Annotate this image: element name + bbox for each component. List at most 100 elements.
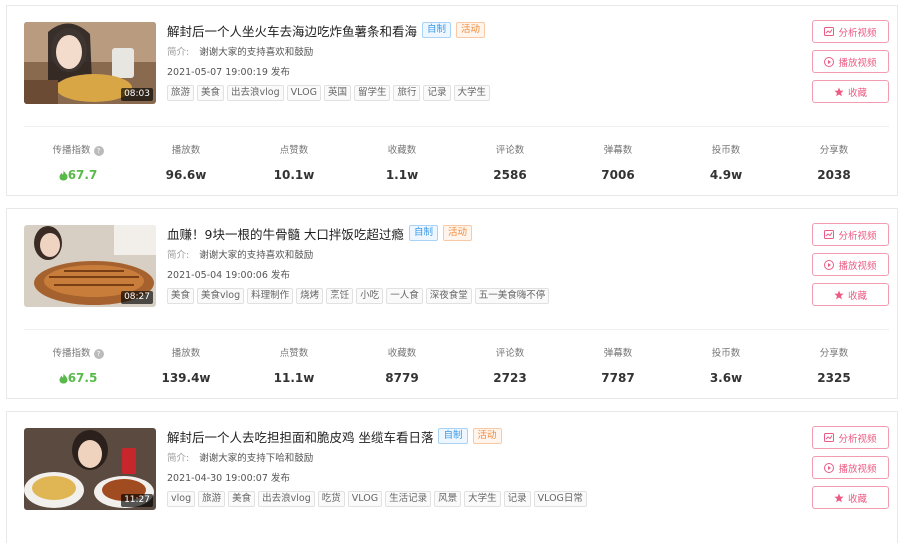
video-tag[interactable]: 旅游 (198, 491, 226, 507)
video-tag[interactable]: VLOG (286, 85, 321, 101)
analyze-video-label: 分析视频 (838, 230, 877, 242)
favorite-label: 收藏 (847, 493, 867, 505)
video-title[interactable]: 解封后一个人坐火车去海边吃炸鱼薯条和看海 (167, 21, 417, 40)
video-tag[interactable]: 美食 (167, 288, 195, 304)
video-card: 11:27 解封后一个人去吃担担面和脆皮鸡 坐缆车看日落 自制 活动 简介: 谢谢… (6, 411, 898, 543)
video-tag[interactable]: 英国 (323, 85, 351, 101)
video-tag[interactable]: VLOG (347, 491, 383, 507)
stat-label: 传播指数 (52, 348, 91, 359)
stat-value: 67.5 (67, 371, 98, 385)
stat-plays: 播放数 139.4w (132, 347, 240, 386)
play-video-button[interactable]: 播放视频 (812, 456, 889, 479)
stats-row: 传播指数? 67.7 播放数 96.6w 点赞数 10.1w 收藏数 1.1w 评论数… (24, 144, 889, 183)
play-video-button[interactable]: 播放视频 (812, 50, 889, 73)
video-tag[interactable]: 五一美食嗨不停 (474, 288, 550, 304)
stat-favorites: 收藏数 1.1w (348, 144, 456, 183)
favorite-button[interactable]: 收藏 (812, 486, 889, 509)
stat-label: 评论数 (495, 145, 525, 156)
video-tag[interactable]: 烧烤 (296, 288, 324, 304)
video-tag[interactable]: 美食vlog (197, 288, 245, 304)
stat-value: 10.1w (273, 168, 315, 182)
analyze-video-button[interactable]: 分析视频 (812, 426, 889, 449)
video-thumbnail[interactable]: 08:27 (24, 225, 156, 307)
publish-date: 2021-05-07 19:00:19 发布 (167, 67, 290, 78)
video-thumbnail[interactable]: 08:03 (24, 22, 156, 104)
tag-list: 美食 美食vlog 料理制作 烧烤 烹饪 小吃 一人食 深夜食堂 五一美食嗨不停 (167, 288, 727, 304)
video-tag[interactable]: 旅游 (167, 85, 195, 101)
stat-label: 播放数 (171, 348, 201, 359)
video-tag[interactable]: 吃货 (317, 491, 345, 507)
event-badge: 活动 (472, 428, 502, 444)
divider (24, 329, 889, 330)
video-tag[interactable]: 留学生 (353, 85, 391, 101)
video-tag[interactable]: 料理制作 (247, 288, 294, 304)
video-tag[interactable]: vlog (167, 491, 196, 507)
tag-list: 旅游 美食 出去浪vlog VLOG 英国 留学生 旅行 记录 大学生 (167, 85, 727, 101)
flame-icon (59, 373, 68, 384)
video-intro: 简介: 谢谢大家的支持喜欢和鼓励 (167, 46, 727, 59)
intro-text: 谢谢大家的支持下哈和鼓励 (199, 453, 314, 464)
stat-shares: 分享数 2038 (780, 144, 888, 183)
video-card: 08:27 血赚！9块一根的牛骨髓 大口拌饭吃超过瘾 自制 活动 简介: 谢谢大家… (6, 208, 898, 399)
self-made-badge: 自制 (408, 225, 438, 241)
video-tag[interactable]: 生活记录 (385, 491, 432, 507)
video-tag[interactable]: 旅行 (393, 85, 421, 101)
play-video-button[interactable]: 播放视频 (812, 253, 889, 276)
stat-label: 投币数 (711, 145, 741, 156)
stat-value: 1.1w (385, 168, 419, 182)
video-tag[interactable]: 记录 (503, 491, 531, 507)
stat-label: 收藏数 (387, 348, 417, 359)
help-icon[interactable]: ? (93, 146, 104, 156)
video-intro: 简介: 谢谢大家的支持下哈和鼓励 (167, 452, 727, 465)
stat-shares: 分享数 2325 (780, 347, 888, 386)
chart-icon (824, 27, 835, 36)
divider (24, 126, 889, 127)
stat-label: 点赞数 (279, 348, 309, 359)
video-tag[interactable]: 烹饪 (326, 288, 354, 304)
video-tag[interactable]: 出去浪vlog (258, 491, 315, 507)
video-tag[interactable]: 深夜食堂 (425, 288, 472, 304)
favorite-label: 收藏 (847, 290, 867, 302)
stat-comments: 评论数 2723 (456, 347, 564, 386)
video-tag[interactable]: 美食 (228, 491, 256, 507)
favorite-button[interactable]: 收藏 (812, 283, 889, 306)
stat-label: 播放数 (171, 145, 201, 156)
video-tag[interactable]: 风景 (434, 491, 462, 507)
video-tag[interactable]: 大学生 (453, 85, 491, 101)
stat-label: 分享数 (819, 348, 849, 359)
video-card: 08:03 解封后一个人坐火车去海边吃炸鱼薯条和看海 自制 活动 简介: 谢谢大家… (6, 5, 898, 196)
self-made-badge: 自制 (422, 22, 452, 38)
video-title[interactable]: 血赚！9块一根的牛骨髓 大口拌饭吃超过瘾 (167, 224, 404, 243)
video-tag[interactable]: 大学生 (464, 491, 501, 507)
stat-label: 投币数 (711, 348, 741, 359)
video-intro: 简介: 谢谢大家的支持喜欢和鼓励 (167, 249, 727, 262)
stat-value: 2586 (493, 168, 527, 182)
stats-row: 传播指数? 67.5 播放数 139.4w 点赞数 11.1w 收藏数 8779 评论… (24, 347, 889, 386)
video-tag[interactable]: VLOG日常 (533, 491, 587, 507)
intro-label: 简介: (167, 250, 190, 261)
stat-coins: 投币数 3.6w (672, 347, 780, 386)
video-tag[interactable]: 一人食 (386, 288, 423, 304)
favorite-button[interactable]: 收藏 (812, 80, 889, 103)
stat-value: 7006 (601, 168, 635, 182)
analyze-video-button[interactable]: 分析视频 (812, 20, 889, 43)
stat-comments: 评论数 2586 (456, 144, 564, 183)
video-tag[interactable]: 记录 (423, 85, 451, 101)
stat-label: 评论数 (495, 348, 525, 359)
video-tag[interactable]: 出去浪vlog (227, 85, 284, 101)
play-icon (824, 462, 835, 473)
video-title[interactable]: 解封后一个人去吃担担面和脆皮鸡 坐缆车看日落 (167, 427, 433, 446)
video-thumbnail[interactable]: 11:27 (24, 428, 156, 510)
help-icon[interactable]: ? (93, 349, 104, 359)
event-badge: 活动 (442, 225, 472, 241)
stat-label: 弹幕数 (603, 145, 633, 156)
video-tag[interactable]: 小吃 (356, 288, 384, 304)
stat-label: 收藏数 (387, 145, 417, 156)
chart-icon (824, 230, 835, 239)
stat-favorites: 收藏数 8779 (348, 347, 456, 386)
analyze-video-button[interactable]: 分析视频 (812, 223, 889, 246)
video-tag[interactable]: 美食 (197, 85, 225, 101)
stat-coins: 投币数 4.9w (672, 144, 780, 183)
stat-value: 11.1w (273, 371, 315, 385)
intro-label: 简介: (167, 47, 190, 58)
